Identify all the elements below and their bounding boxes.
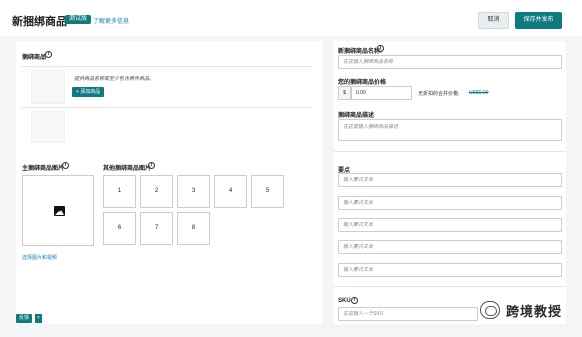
info-icon[interactable]: i [148, 162, 155, 169]
cancel-button[interactable]: 取消 [478, 12, 509, 29]
page-title: 新捆绑商品 [12, 16, 67, 28]
add-product-button[interactable]: + 添加商品 [72, 87, 105, 97]
image-slot[interactable]: 3 [177, 175, 210, 208]
page-header: 新捆绑商品 测试版 了解更多信息 取消 保存并发布 [0, 0, 582, 36]
divider [334, 151, 566, 152]
bullet-point-input[interactable]: 输入要点文本 [338, 173, 562, 187]
beta-badge: 测试版 [65, 15, 92, 24]
bundle-items-label: 捆绑商品 [22, 55, 47, 61]
info-icon[interactable]: i [377, 45, 384, 52]
watermark-text: 跨境教授 [506, 304, 563, 319]
description-input[interactable]: 在这里输入捆绑商品描述 [338, 119, 562, 141]
combined-price-value: US$0.00 [469, 90, 489, 96]
info-icon[interactable]: i [45, 51, 52, 58]
bundle-items-hint: 提供商品名称或至少包含两件商品。 [74, 76, 155, 82]
main-image-label: 主捆绑商品图片 [22, 166, 65, 172]
other-images-label: 其他捆绑商品图片 [103, 166, 152, 172]
description-label: 捆绑商品描述 [338, 113, 375, 119]
image-slot[interactable]: 1 [103, 175, 136, 208]
image-slot[interactable]: 7 [140, 212, 173, 245]
bundle-item-thumbnail [31, 111, 65, 143]
bundle-name-label: 新捆绑商品名称: [338, 49, 382, 55]
info-icon[interactable]: i [351, 297, 358, 304]
bundle-name-input[interactable]: 在这输入捆绑商品名称 [338, 55, 562, 69]
close-icon[interactable]: × [35, 314, 42, 323]
image-slot[interactable]: 6 [103, 212, 136, 245]
image-slot[interactable]: 5 [251, 175, 284, 208]
image-icon [54, 206, 65, 216]
sku-label: SKU [338, 298, 351, 304]
bullet-point-input[interactable]: 输入要点文本 [338, 218, 562, 232]
currency-prefix: $ [338, 86, 351, 100]
wechat-icon [480, 301, 500, 319]
learn-more-link[interactable]: 了解更多信息 [93, 16, 129, 25]
divider [334, 286, 566, 287]
image-slot[interactable]: 8 [177, 212, 210, 245]
divider [22, 107, 312, 108]
image-slot[interactable]: 4 [214, 175, 247, 208]
sku-input[interactable]: 在这输入一个SKU [338, 307, 478, 321]
bullet-point-input[interactable]: 输入要点文本 [338, 263, 562, 277]
bundle-item-thumbnail [31, 70, 65, 104]
feedback-tag[interactable]: 反馈 [16, 314, 33, 323]
price-label: 您的捆绑商品价格 [338, 80, 387, 86]
save-and-publish-button[interactable]: 保存并发布 [515, 12, 562, 29]
bullet-point-input[interactable]: 输入要点文本 [338, 240, 562, 254]
image-slot[interactable]: 2 [140, 175, 173, 208]
divider [22, 66, 312, 67]
info-icon[interactable]: i [62, 162, 69, 169]
select-images-link[interactable]: 选择图片和视频 [22, 254, 57, 261]
main-image-upload[interactable] [22, 175, 94, 246]
price-input[interactable]: 0.00 [351, 86, 412, 100]
combined-price-label: 无折扣的合并价格: [418, 91, 460, 97]
bullet-point-input[interactable]: 输入要点文本 [338, 196, 562, 210]
